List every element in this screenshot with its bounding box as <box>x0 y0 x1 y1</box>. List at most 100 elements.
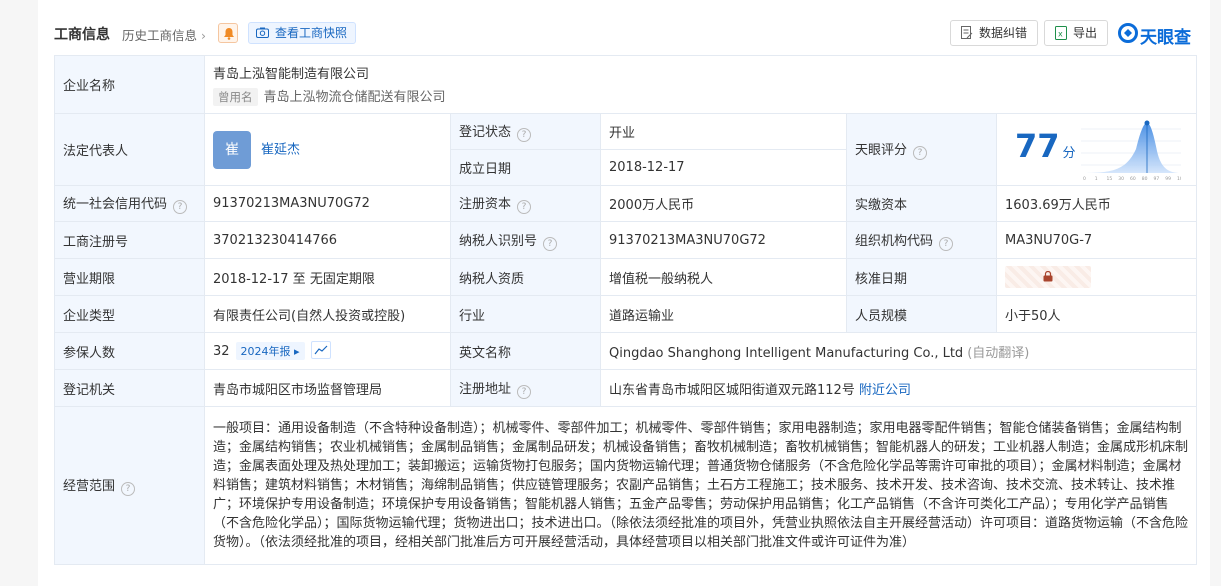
insured-value: 32 <box>213 343 230 359</box>
previous-name-badge: 曾用名 <box>213 88 258 106</box>
staff-value: 小于50人 <box>995 295 1198 333</box>
trend-chart-button[interactable] <box>310 341 331 360</box>
triangle-right-icon: ▸ <box>294 344 300 358</box>
line-chart-icon <box>314 345 328 355</box>
reg-no-value: 370213230414766 <box>204 221 451 259</box>
reg-no-label: 工商注册号 <box>54 221 205 259</box>
credit-code-label: 统一社会信用代码? <box>54 185 205 222</box>
export-button[interactable]: x 导出 <box>1044 20 1109 46</box>
table-row: 工商注册号 370213230414766 纳税人识别号? 91370213MA… <box>54 221 1198 259</box>
business-scope-value: 一般项目：通用设备制造（不含特种设备制造）；机械零件、零部件加工；机械零件、零部… <box>203 406 1198 565</box>
camera-icon <box>256 27 269 38</box>
score-unit: 分 <box>1062 145 1076 161</box>
help-icon[interactable]: ? <box>913 146 928 160</box>
business-info-table: 企业名称 青岛上泓智能制造有限公司 曾用名 青岛上泓物流仓储配送有限公司 法定代表… <box>54 55 1198 565</box>
table-row: 统一社会信用代码? 91370213MA3NU70G72 注册资本? 2000万… <box>54 185 1198 222</box>
snapshot-button[interactable]: 查看工商快照 <box>248 22 357 44</box>
scope-label: 经营范围? <box>54 406 205 565</box>
score-label: 天眼评分? <box>846 113 997 186</box>
bell-icon <box>224 28 234 40</box>
annual-report-tag[interactable]: 2024年报 ▸ <box>235 341 305 360</box>
avatar: 崔 <box>213 130 251 169</box>
insured-cell: 32 2024年报 ▸ <box>204 332 451 370</box>
score-tick-label: 100 <box>1177 176 1181 181</box>
business-info-panel: 工商信息 历史工商信息 › 查看工商快照 数据纠错 x 导出 天眼查 企业名称 <box>38 0 1210 586</box>
help-icon[interactable]: ? <box>543 236 558 251</box>
score-tick-label: 1 <box>1095 176 1098 181</box>
document-edit-icon <box>961 26 973 39</box>
data-correction-button[interactable]: 数据纠错 <box>950 20 1039 46</box>
company-name-label: 企业名称 <box>54 55 205 114</box>
excel-icon: x <box>1055 26 1067 40</box>
help-icon[interactable]: ? <box>517 384 532 399</box>
founded-value: 2018-12-17 <box>600 149 847 186</box>
founded-label: 成立日期 <box>450 149 601 186</box>
score-distribution-chart: 0 1 15 30 60 80 97 99 100 <box>1081 120 1181 181</box>
nearby-companies-link[interactable]: 附近公司 <box>859 383 911 398</box>
taxpayer-id-label: 纳税人识别号? <box>450 221 601 259</box>
table-row: 登记机关 青岛市城阳区市场监督管理局 注册地址? 山东省青岛市城阳区城阳街道双元… <box>54 369 1198 407</box>
credit-code-value: 91370213MA3NU70G72 <box>204 185 451 222</box>
english-name-label: 英文名称 <box>450 332 601 370</box>
taxpayer-type-value: 增值税一般纳税人 <box>600 258 847 296</box>
org-code-value: MA3NU70G-7 <box>995 221 1198 259</box>
lock-icon <box>1043 271 1053 282</box>
approval-date-label: 核准日期 <box>846 258 997 296</box>
term-value: 2018-12-17 至 无固定期限 <box>204 258 451 296</box>
tianyancha-logo: 天眼查 <box>1118 20 1196 48</box>
table-row: 营业期限 2018-12-17 至 无固定期限 纳税人资质 增值税一般纳税人 核… <box>54 258 1198 296</box>
table-row: 企业名称 青岛上泓智能制造有限公司 曾用名 青岛上泓物流仓储配送有限公司 <box>54 55 1198 114</box>
help-icon[interactable]: ? <box>121 482 136 496</box>
auto-translate-note: (自动翻译) <box>967 345 1030 361</box>
section-title: 工商信息 <box>54 27 110 43</box>
address-value: 山东省青岛市城阳区城阳街道双元路112号 <box>609 382 855 398</box>
industry-value: 道路运输业 <box>600 295 847 333</box>
table-row: 参保人数 32 2024年报 ▸ 英文名称 Qingdao Shanghong I… <box>54 332 1198 370</box>
help-icon[interactable]: ? <box>517 200 532 214</box>
address-cell: 山东省青岛市城阳区城阳街道双元路112号 附近公司 <box>599 369 1198 407</box>
industry-label: 行业 <box>450 295 601 333</box>
locked-approval-date[interactable] <box>1005 266 1091 288</box>
status-label: 登记状态? <box>450 113 601 150</box>
score-tick-label: 99 <box>1165 176 1171 181</box>
legal-rep-name-link[interactable]: 崔延杰 <box>261 142 300 157</box>
company-name-cell: 青岛上泓智能制造有限公司 曾用名 青岛上泓物流仓储配送有限公司 <box>203 55 1198 114</box>
history-link[interactable]: 历史工商信息 › <box>122 25 206 44</box>
previous-name: 青岛上泓物流仓储配送有限公司 <box>263 90 446 105</box>
score-tick-label: 60 <box>1130 176 1136 181</box>
reg-capital-value: 2000万人民币 <box>600 185 847 222</box>
status-value: 开业 <box>600 113 847 150</box>
address-label: 注册地址? <box>450 369 601 407</box>
insured-label: 参保人数 <box>54 332 205 370</box>
org-code-label: 组织机构代码? <box>846 221 997 259</box>
table-row: 法定代表人 崔崔延杰 登记状态? 开业 天眼评分? 77 分 0 1 15 30… <box>54 113 1198 186</box>
section-header: 工商信息 历史工商信息 › 查看工商快照 数据纠错 x 导出 天眼查 <box>54 16 1196 50</box>
svg-text:x: x <box>1058 30 1063 39</box>
company-name: 青岛上泓智能制造有限公司 <box>213 67 370 82</box>
table-row: 企业类型 有限责任公司(自然人投资或控股) 行业 道路运输业 人员规模 小于50… <box>54 295 1198 333</box>
score-tick-label: 80 <box>1142 176 1148 181</box>
help-icon[interactable]: ? <box>173 200 188 214</box>
english-name-value: Qingdao Shanghong Intelligent Manufactur… <box>609 345 964 361</box>
monitor-bell-button[interactable] <box>218 23 238 43</box>
reg-capital-label: 注册资本? <box>450 185 601 222</box>
paid-capital-label: 实缴资本 <box>846 185 997 222</box>
help-icon[interactable]: ? <box>939 236 954 251</box>
company-type-label: 企业类型 <box>54 295 205 333</box>
legal-rep-cell: 崔崔延杰 <box>204 113 451 186</box>
logo-mark-icon <box>1118 23 1138 43</box>
approval-date-cell <box>995 258 1198 296</box>
score-tick-label: 97 <box>1154 176 1160 181</box>
score-cell[interactable]: 77分 0 1 15 30 60 80 97 99 100 <box>995 113 1198 186</box>
score-tick-label: 30 <box>1118 176 1124 181</box>
staff-label: 人员规模 <box>846 295 997 333</box>
score-value: 77 <box>1015 126 1060 165</box>
table-row: 经营范围? 一般项目：通用设备制造（不含特种设备制造）；机械零件、零部件加工；机… <box>54 406 1198 565</box>
company-type-value: 有限责任公司(自然人投资或控股) <box>204 295 451 333</box>
chevron-right-icon: › <box>201 28 206 43</box>
authority-label: 登记机关 <box>54 369 205 407</box>
authority-value: 青岛市城阳区市场监督管理局 <box>204 369 451 407</box>
term-label: 营业期限 <box>54 258 205 296</box>
paid-capital-value: 1603.69万人民币 <box>995 185 1198 222</box>
help-icon[interactable]: ? <box>517 128 532 142</box>
